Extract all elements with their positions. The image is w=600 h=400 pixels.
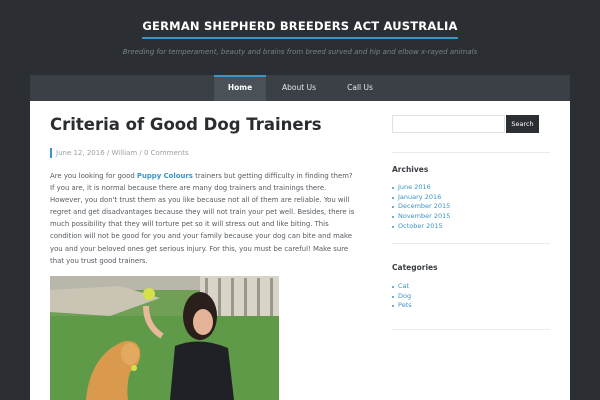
archive-link[interactable]: June 2016 xyxy=(392,183,450,193)
archive-link[interactable]: December 2015 xyxy=(392,202,450,212)
site-title-text[interactable]: GERMAN SHEPHERD BREEDERS ACT AUSTRALIA xyxy=(142,19,458,39)
categories-title: Categories xyxy=(392,263,438,272)
post-image xyxy=(50,276,279,400)
post-date[interactable]: June 12, 2016 xyxy=(56,149,105,157)
sidebar: Search Archives June 2016 January 2016 D… xyxy=(392,101,550,400)
search-button[interactable]: Search xyxy=(506,115,539,133)
site-header: GERMAN SHEPHERD BREEDERS ACT AUSTRALIA B… xyxy=(0,0,600,75)
post-comments-link[interactable]: 0 Comments xyxy=(144,149,189,157)
main-nav: Home About Us Call Us xyxy=(30,75,570,101)
post-title[interactable]: Criteria of Good Dog Trainers xyxy=(50,115,322,134)
post-author[interactable]: William xyxy=(111,149,137,157)
post-meta: June 12, 2016 / William / 0 Comments xyxy=(50,148,189,158)
content-area: Criteria of Good Dog Trainers June 12, 2… xyxy=(30,101,570,400)
archive-link[interactable]: January 2016 xyxy=(392,193,450,203)
archive-link[interactable]: November 2015 xyxy=(392,212,450,222)
post-body-intro: Are you looking for good xyxy=(50,172,137,180)
sidebar-divider xyxy=(392,243,550,244)
meta-separator: / xyxy=(139,149,142,157)
meta-separator: / xyxy=(106,149,110,157)
site-title[interactable]: GERMAN SHEPHERD BREEDERS ACT AUSTRALIA xyxy=(0,19,600,39)
categories-list: Cat Dog Pets xyxy=(392,282,412,311)
archives-list: June 2016 January 2016 December 2015 Nov… xyxy=(392,183,450,232)
nav-item-call-us[interactable]: Call Us xyxy=(334,75,386,101)
category-link[interactable]: Dog xyxy=(392,292,412,302)
site-tagline: Breeding for temperament, beauty and bra… xyxy=(122,48,478,56)
dog-trainer-photo xyxy=(50,276,279,400)
archive-link[interactable]: October 2015 xyxy=(392,222,450,232)
category-link[interactable]: Cat xyxy=(392,282,412,292)
sidebar-divider xyxy=(392,152,550,153)
search-input[interactable] xyxy=(392,115,505,133)
category-link[interactable]: Pets xyxy=(392,301,412,311)
nav-item-about-us[interactable]: About Us xyxy=(270,75,328,101)
post-body-text: trainers but getting difficulty in findi… xyxy=(50,172,355,265)
archives-title: Archives xyxy=(392,165,429,174)
post-body: Are you looking for good Puppy Colours t… xyxy=(50,170,358,267)
sidebar-divider xyxy=(392,329,550,330)
nav-item-home[interactable]: Home xyxy=(214,75,266,101)
puppy-colours-link[interactable]: Puppy Colours xyxy=(137,172,193,180)
